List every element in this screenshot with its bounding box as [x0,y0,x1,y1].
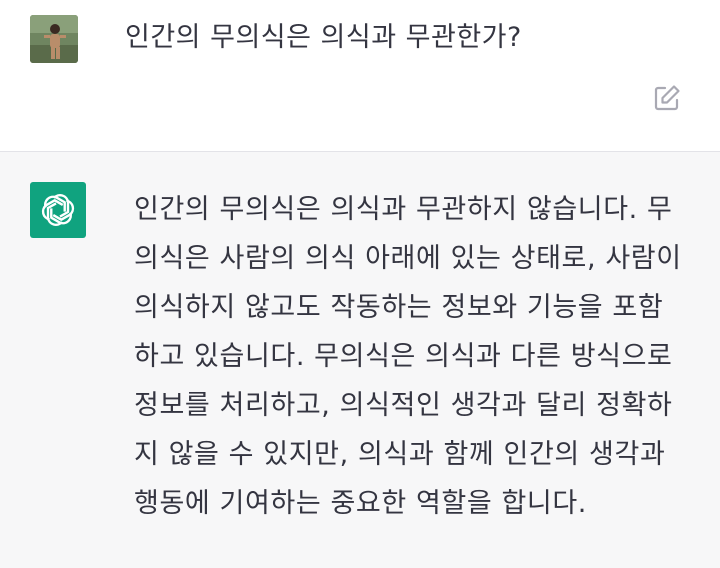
openai-logo-icon [30,182,86,238]
user-message-block: 인간의 무의식은 의식과 무관한가? [0,0,720,152]
answer-line: 인간의 무의식은 의식과 무관하지 않습니다. 무 [134,194,673,225]
answer-line: 하고 있습니다. 무의식은 의식과 다른 방식으로 [134,341,673,372]
user-message-text: 인간의 무의식은 의식과 무관한가? [125,22,522,53]
answer-line: 의식은 사람의 의식 아래에 있는 상태로, 사람이 [134,243,682,274]
assistant-message-text: 인간의 무의식은 의식과 무관하지 않습니다. 무 의식은 사람의 의식 아래에… [134,185,694,528]
answer-line: 지 않을 수 있지만, 의식과 함께 인간의 생각과 [134,439,666,470]
answer-line: 행동에 기여하는 중요한 역할을 합니다. [134,488,587,519]
edit-icon[interactable] [652,83,682,113]
assistant-message-block: 인간의 무의식은 의식과 무관하지 않습니다. 무 의식은 사람의 의식 아래에… [0,152,720,568]
user-avatar [30,15,78,63]
user-photo-avatar-icon [30,15,78,63]
answer-line: 정보를 처리하고, 의식적인 생각과 달리 정확하 [134,390,673,421]
answer-line: 의식하지 않고도 작동하는 정보와 기능을 포함 [134,292,664,323]
